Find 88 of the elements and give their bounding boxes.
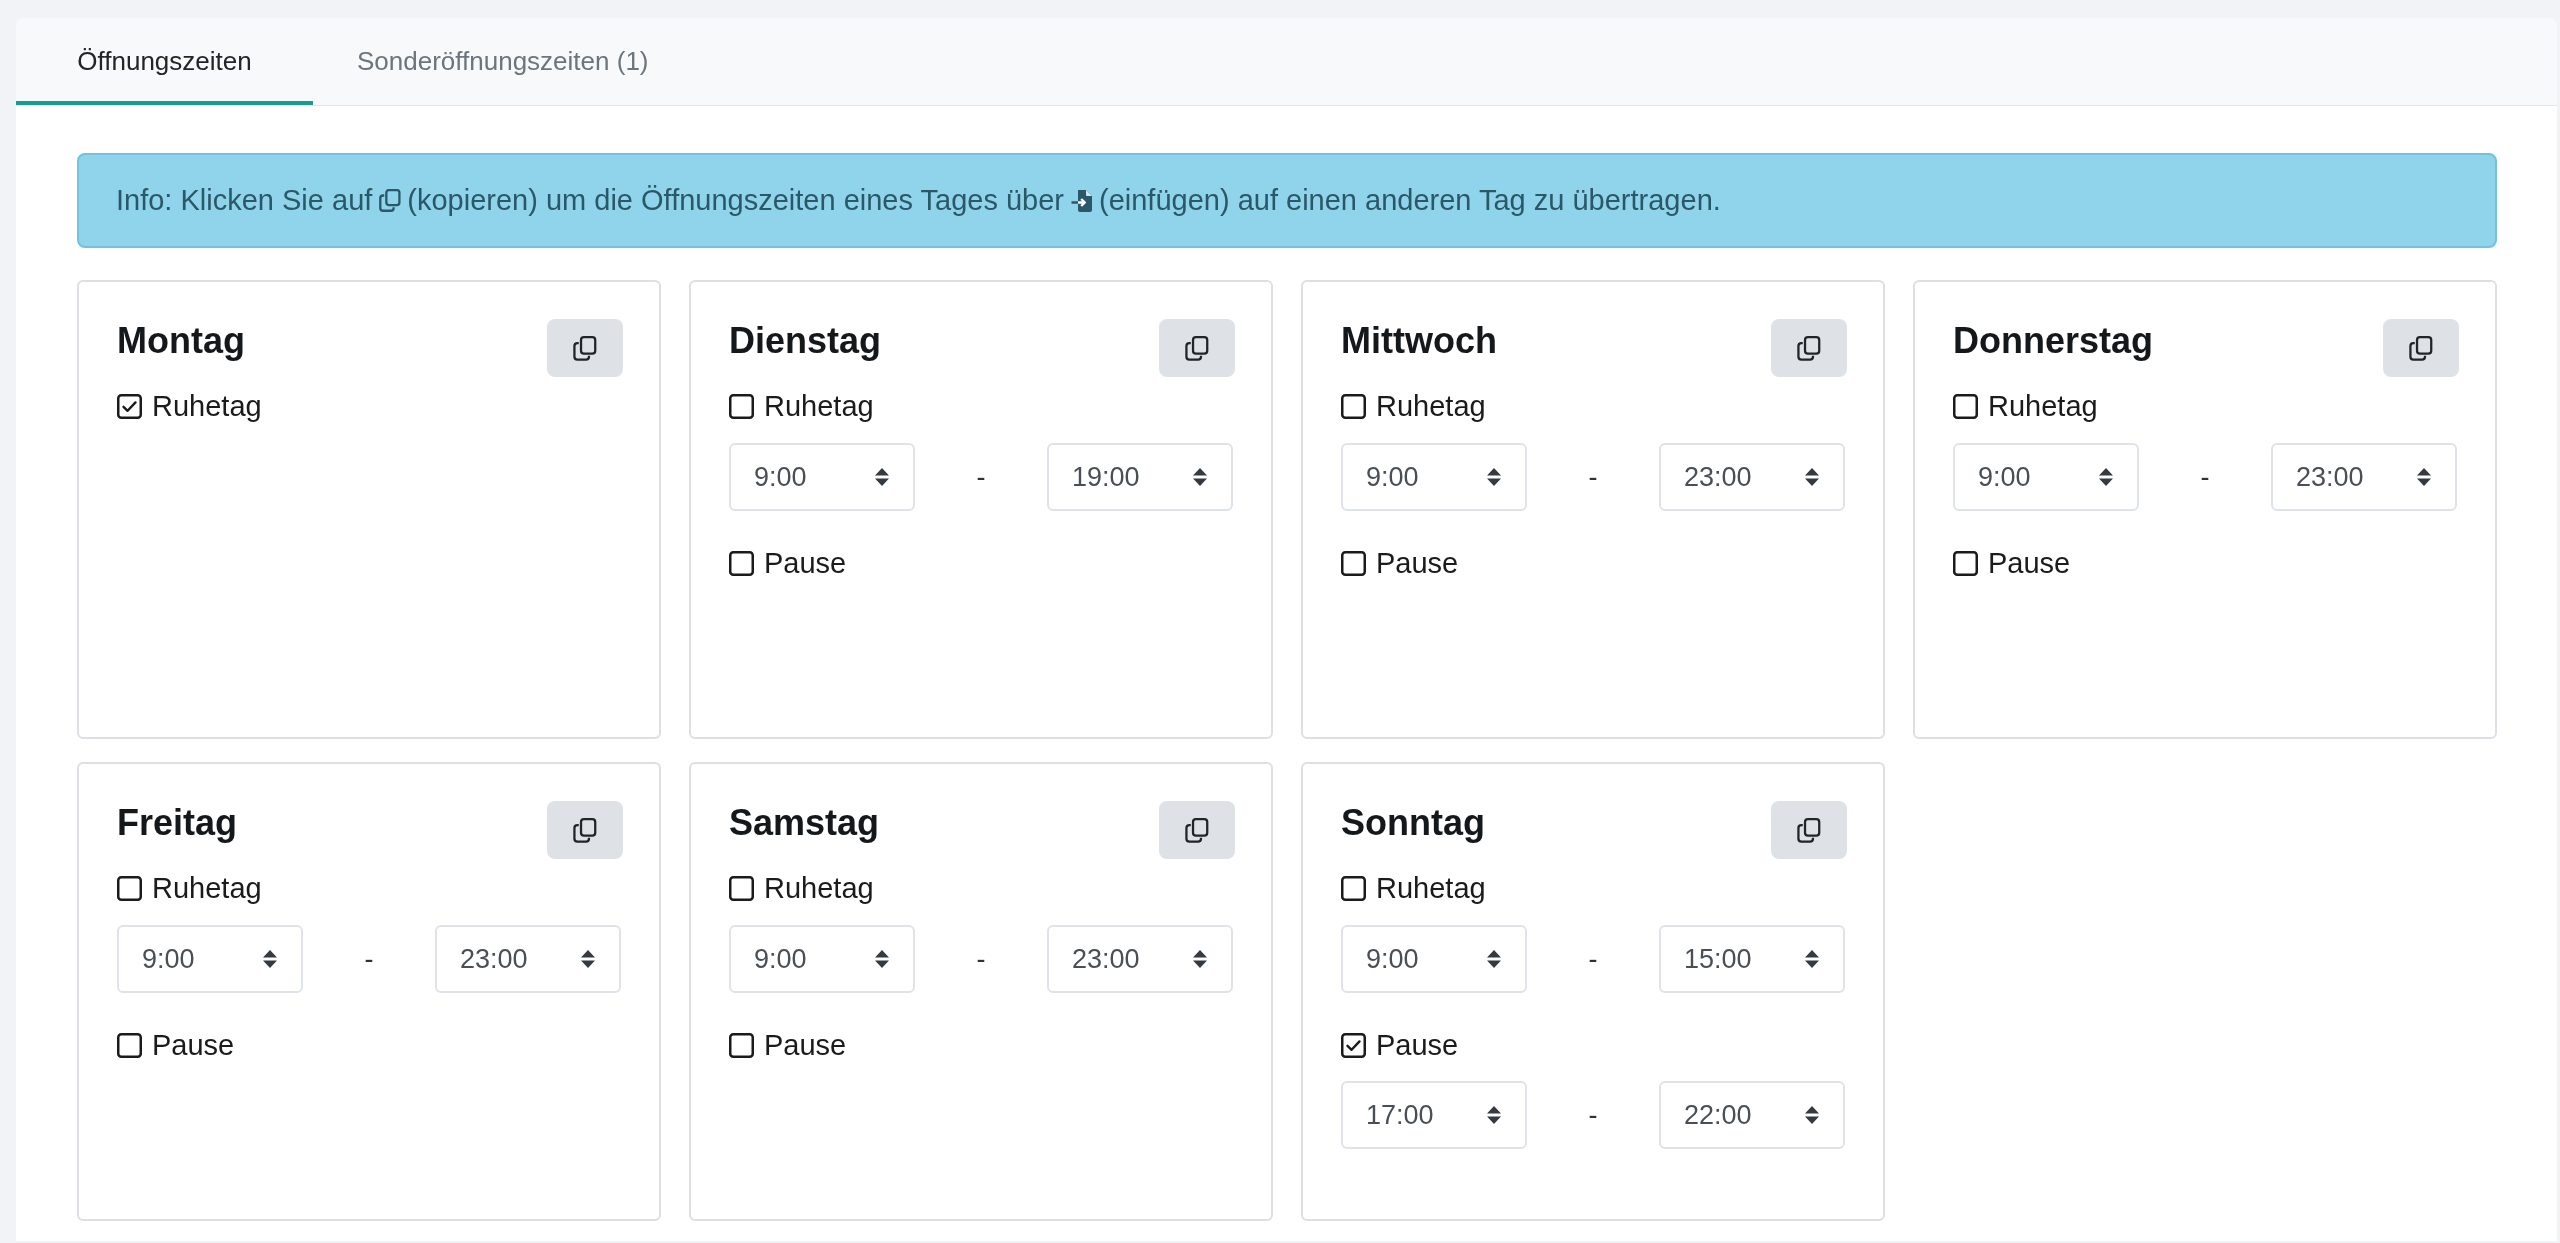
checkbox[interactable] [1953, 551, 1978, 576]
time-select[interactable]: 23:00 [1659, 443, 1845, 511]
info-text: Info: Klicken Sie auf [116, 184, 373, 217]
checkbox-label: Pause [1376, 546, 1459, 581]
checkbox-label: Pause [764, 1028, 847, 1063]
time-select[interactable]: 9:00 [729, 925, 915, 993]
up-down-caret-icon [1804, 467, 1820, 487]
copy-button[interactable] [2383, 319, 2459, 377]
range-separator: - [976, 943, 986, 975]
day-title: Donnerstag [1953, 319, 2154, 362]
time-select[interactable]: 23:00 [435, 925, 621, 993]
copy-icon [1185, 817, 1209, 843]
up-down-caret-icon [1486, 1105, 1502, 1125]
day-title: Montag [117, 319, 245, 362]
day-title: Freitag [117, 801, 238, 844]
checkbox-label: Pause [764, 546, 847, 581]
checkbox[interactable] [729, 1033, 754, 1058]
time-select[interactable]: 9:00 [729, 443, 915, 511]
up-down-caret-icon [1486, 949, 1502, 969]
copy-button[interactable] [1771, 319, 1847, 377]
copy-icon [1797, 817, 1821, 843]
day-title: Samstag [729, 801, 880, 844]
up-down-caret-icon [874, 467, 890, 487]
checkbox[interactable] [1341, 876, 1366, 901]
up-down-caret-icon [2416, 467, 2432, 487]
range-separator: - [976, 461, 986, 493]
checkbox-label: Pause [152, 1028, 235, 1063]
checkbox[interactable] [117, 394, 142, 419]
checkbox[interactable] [1341, 551, 1366, 576]
time-select[interactable]: 9:00 [117, 925, 303, 993]
checkbox[interactable] [729, 394, 754, 419]
copy-button[interactable] [1771, 801, 1847, 859]
copy-icon [1797, 335, 1821, 361]
info-text: (einfügen) auf einen anderen Tag zu übertragen. [1099, 184, 1721, 217]
up-down-caret-icon [1192, 949, 1208, 969]
time-select[interactable]: 17:00 [1341, 1081, 1527, 1149]
up-down-caret-icon [262, 949, 278, 969]
copy-button[interactable] [1159, 319, 1235, 377]
range-separator: - [2200, 461, 2210, 493]
day-title: Dienstag [729, 319, 882, 362]
checkbox[interactable] [1341, 394, 1366, 419]
checkbox-label: Ruhetag [152, 871, 262, 906]
checkbox-label: Pause [1988, 546, 2071, 581]
info-text: (kopieren) um die Öffnungszeiten eines Tages über [407, 184, 1064, 217]
time-select[interactable]: 9:00 [1341, 443, 1527, 511]
range-separator: - [1588, 1099, 1598, 1131]
time-select[interactable]: 23:00 [1047, 925, 1233, 993]
up-down-caret-icon [2098, 467, 2114, 487]
time-select[interactable]: 9:00 [1341, 925, 1527, 993]
time-select[interactable]: 19:00 [1047, 443, 1233, 511]
checkbox-label: Ruhetag [152, 389, 262, 424]
copy-button[interactable] [547, 801, 623, 859]
checkbox-label: Ruhetag [1376, 871, 1486, 906]
copy-button[interactable] [1159, 801, 1235, 859]
up-down-caret-icon [1486, 467, 1502, 487]
up-down-caret-icon [1804, 949, 1820, 969]
copy-icon [573, 335, 597, 361]
day-title: Mittwoch [1341, 319, 1497, 362]
copy-icon [379, 189, 402, 212]
checkbox[interactable] [1341, 1033, 1366, 1058]
checkbox[interactable] [729, 876, 754, 901]
checkbox-label: Ruhetag [1988, 389, 2098, 424]
range-separator: - [364, 943, 374, 975]
up-down-caret-icon [580, 949, 596, 969]
checkbox-label: Pause [1376, 1028, 1459, 1063]
time-select[interactable]: 15:00 [1659, 925, 1845, 993]
up-down-caret-icon [1192, 467, 1208, 487]
day-title: Sonntag [1341, 801, 1485, 844]
time-select[interactable]: 22:00 [1659, 1081, 1845, 1149]
checkbox-label: Ruhetag [764, 389, 874, 424]
up-down-caret-icon [874, 949, 890, 969]
checkbox[interactable] [117, 1033, 142, 1058]
copy-icon [2409, 335, 2433, 361]
checkbox-label: Ruhetag [764, 871, 874, 906]
checkbox[interactable] [729, 551, 754, 576]
copy-icon [573, 817, 597, 843]
time-select[interactable]: 9:00 [1953, 443, 2139, 511]
checkbox[interactable] [117, 876, 142, 901]
tab[interactable]: Sonderöffnungszeiten (1) [313, 18, 693, 105]
range-separator: - [1588, 461, 1598, 493]
copy-icon [1185, 335, 1209, 361]
range-separator: - [1588, 943, 1598, 975]
file-arrow-icon [1071, 189, 1093, 212]
time-select[interactable]: 23:00 [2271, 443, 2457, 511]
checkbox[interactable] [1953, 394, 1978, 419]
up-down-caret-icon [1804, 1105, 1820, 1125]
checkbox-label: Ruhetag [1376, 389, 1486, 424]
copy-button[interactable] [547, 319, 623, 377]
